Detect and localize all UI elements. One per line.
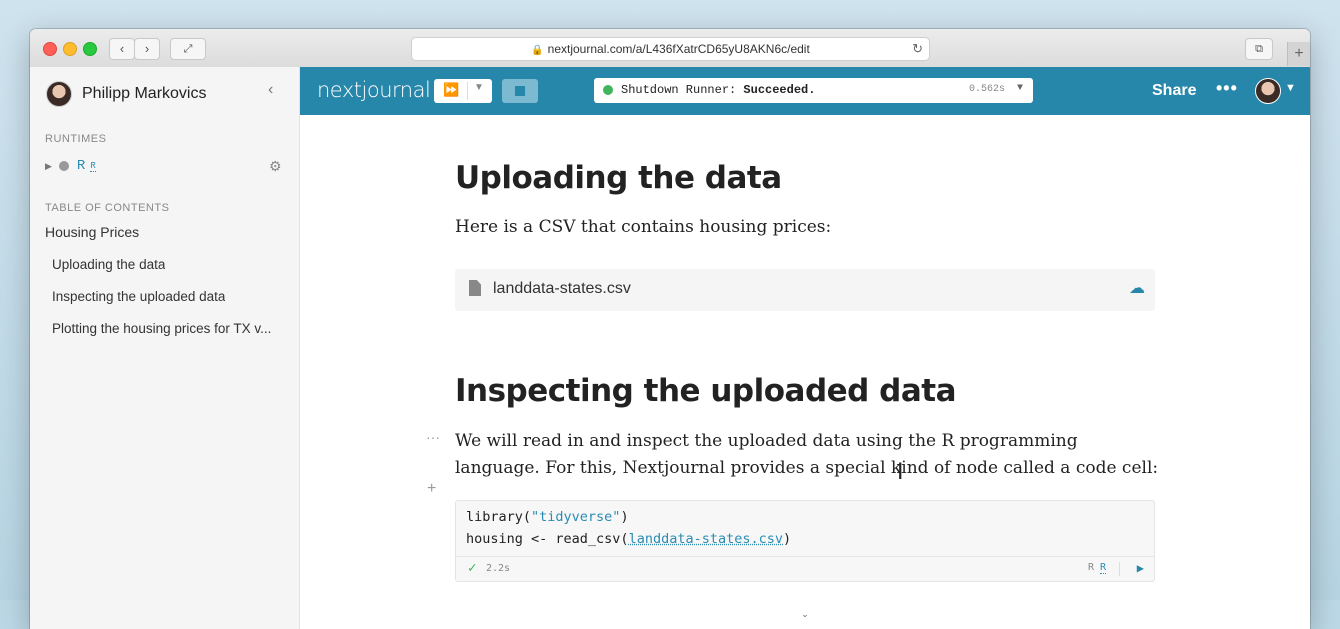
tabs-overview-icon[interactable]: ⧉ xyxy=(1245,38,1273,60)
runtimes-heading: RUNTIMES xyxy=(45,133,107,145)
zoom-window-button[interactable] xyxy=(83,42,97,56)
paragraph-uploading[interactable]: Here is a CSV that contains housing pric… xyxy=(455,214,1160,241)
status-text: Shutdown Runner: Succeeded. xyxy=(621,83,815,97)
add-cell-icon[interactable]: + xyxy=(427,480,436,498)
avatar[interactable] xyxy=(1255,78,1281,104)
reload-icon[interactable]: ↻ xyxy=(912,38,923,60)
minimize-window-button[interactable] xyxy=(63,42,77,56)
runtime-lang: R xyxy=(1087,562,1094,573)
expand-output-icon[interactable]: ⌄ xyxy=(790,609,820,621)
text-cursor-icon: I xyxy=(897,460,904,485)
status-value: Succeeded. xyxy=(743,83,816,97)
divider xyxy=(1119,562,1120,576)
avatar xyxy=(46,81,72,107)
share-button[interactable]: Share xyxy=(1152,82,1196,100)
sidebar: Philipp Markovics ‹ RUNTIMES ▶ R R ⚙ TAB… xyxy=(30,67,300,629)
runtime-badge: R xyxy=(1099,562,1106,574)
browser-title-bar: ‹ › ⤢ 🔒 nextjournal.com/a/L436fXatrCD65yU… xyxy=(30,29,1310,68)
expand-triangle-icon[interactable]: ▶ xyxy=(45,161,52,172)
user-profile[interactable]: Philipp Markovics xyxy=(46,81,206,107)
editor-toolbar: nextjournal ⏩ ▼ Shutdown Runner: Succeed… xyxy=(300,67,1310,115)
code-cell[interactable]: library("tidyverse") housing <- read_csv… xyxy=(455,500,1155,582)
gear-icon[interactable]: ⚙ xyxy=(269,158,282,175)
status-dropdown[interactable]: Shutdown Runner: Succeeded. 0.562s ▼ xyxy=(594,78,1033,103)
runtime-label[interactable]: RR xyxy=(1087,562,1106,574)
chevron-down-icon[interactable]: ▼ xyxy=(474,82,484,93)
toc-item-plotting[interactable]: Plotting the housing prices for TX v... xyxy=(52,321,288,336)
code-token-end: ) xyxy=(620,509,629,525)
file-icon xyxy=(469,280,481,296)
fullscreen-icon[interactable]: ⤢ xyxy=(170,38,206,60)
collapse-sidebar-icon[interactable]: ‹ xyxy=(268,81,273,99)
toc-heading: TABLE OF CONTENTS xyxy=(45,202,170,214)
stop-icon xyxy=(515,86,525,96)
code-line-2: housing <- read_csv(landdata-states.csv) xyxy=(466,531,791,547)
cell-menu-icon[interactable]: ··· xyxy=(426,429,440,445)
code-cell-footer: ✓ 2.2s RR ▶ xyxy=(456,556,1154,582)
cloud-download-icon[interactable]: ☁ xyxy=(1129,278,1145,298)
toc-item-housing-prices[interactable]: Housing Prices xyxy=(45,224,139,240)
runtime-name: R xyxy=(76,158,86,174)
address-bar[interactable]: 🔒 nextjournal.com/a/L436fXatrCD65yU8AKN6c… xyxy=(411,37,930,61)
code-token-string: "tidyverse" xyxy=(531,509,621,525)
check-icon: ✓ xyxy=(468,560,477,576)
runtime-badge: R xyxy=(90,160,96,172)
more-options-icon[interactable]: ••• xyxy=(1216,78,1238,99)
run-all-button[interactable]: ⏩ ▼ xyxy=(434,79,492,103)
play-icon[interactable]: ▶ xyxy=(1137,561,1144,575)
user-name: Philipp Markovics xyxy=(82,85,207,102)
status-time: 0.562s xyxy=(968,84,1005,95)
article-content: Uploading the data Here is a CSV that co… xyxy=(300,115,1310,629)
stop-button[interactable] xyxy=(502,79,538,103)
runtime-status-dot xyxy=(58,161,69,171)
status-prefix: Shutdown Runner: xyxy=(621,83,737,97)
section-heading-uploading[interactable]: Uploading the data xyxy=(455,160,782,196)
status-dot xyxy=(603,85,613,95)
chevron-down-icon[interactable]: ▼ xyxy=(1285,82,1296,94)
divider xyxy=(467,82,468,100)
new-tab-button[interactable]: + xyxy=(1287,42,1310,66)
forward-button[interactable]: › xyxy=(134,38,160,60)
toc-item-inspecting[interactable]: Inspecting the uploaded data xyxy=(52,289,225,304)
chevron-down-icon[interactable]: ▼ xyxy=(1017,83,1023,94)
run-duration: 2.2s xyxy=(486,563,511,574)
url-text: nextjournal.com/a/L436fXatrCD65yU8AKN6c/… xyxy=(547,42,810,56)
paragraph-inspecting[interactable]: We will read in and inspect the uploaded… xyxy=(455,428,1160,482)
nextjournal-logo[interactable]: nextjournal xyxy=(317,78,431,102)
close-window-button[interactable] xyxy=(43,42,57,56)
file-reference-link[interactable]: landdata-states.csv xyxy=(629,531,783,547)
section-heading-inspecting[interactable]: Inspecting the uploaded data xyxy=(455,373,957,409)
code-token-fn: library( xyxy=(466,509,532,525)
back-button[interactable]: ‹ xyxy=(109,38,135,60)
file-name: landdata-states.csv xyxy=(493,280,631,297)
fast-forward-icon: ⏩ xyxy=(443,82,460,97)
code-token-assign: housing <- read_csv( xyxy=(466,531,629,547)
code-token-end: ) xyxy=(783,531,792,547)
lock-icon: 🔒 xyxy=(531,45,544,56)
browser-window: ‹ › ⤢ 🔒 nextjournal.com/a/L436fXatrCD65yU… xyxy=(30,29,1310,629)
runtime-item-r[interactable]: ▶ R R xyxy=(45,158,96,174)
code-line-1: library("tidyverse") xyxy=(466,509,629,525)
file-attachment[interactable]: landdata-states.csv ☁ xyxy=(455,269,1155,311)
toc-item-uploading[interactable]: Uploading the data xyxy=(52,257,165,272)
